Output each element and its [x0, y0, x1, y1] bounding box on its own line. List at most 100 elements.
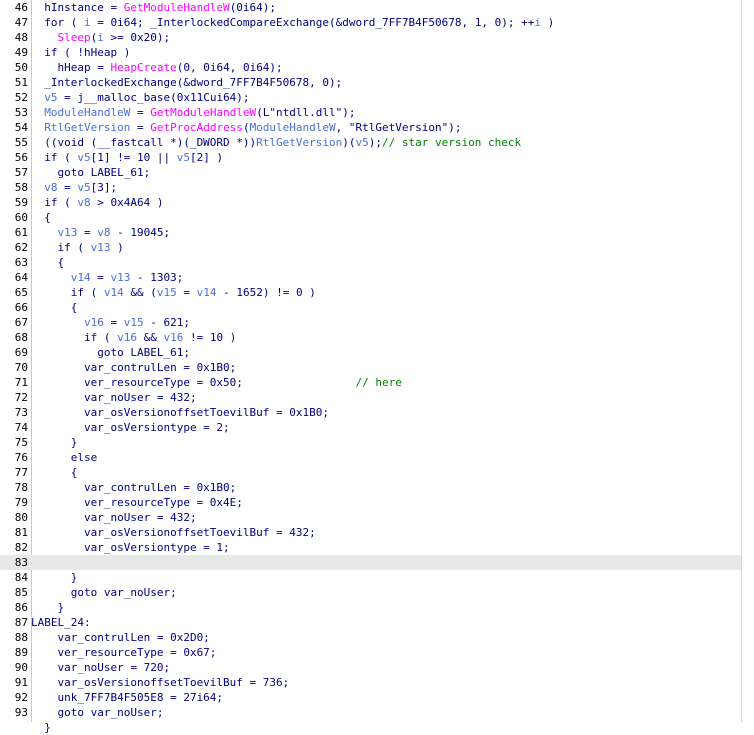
code-line[interactable]: 50 hHeap = HeapCreate(0, 0i64, 0i64); — [0, 60, 741, 75]
code-line[interactable]: 74 var_osVersiontype = 2; — [0, 420, 741, 435]
line-number: 56 — [14, 151, 28, 164]
code-line[interactable]: 52 v5 = j__malloc_base(0x11Cui64); — [0, 90, 741, 105]
code-text: { — [31, 301, 78, 314]
code-text: var_osVersiontype = 1; — [31, 541, 230, 554]
code-line[interactable]: 46 hInstance = GetModuleHandleW(0i64); — [0, 0, 741, 15]
variable-token: v16 — [163, 331, 184, 344]
code-line[interactable]: 49 if ( !hHeap ) — [0, 45, 741, 60]
code-text: ( — [242, 121, 250, 134]
code-line[interactable]: 84 } — [0, 570, 741, 585]
line-source: _InterlockedExchange(&dword_7FF7B4F50678… — [28, 75, 342, 90]
code-line[interactable]: 72 var_noUser = 432; — [0, 390, 741, 405]
line-source: if ( v5[1] != 10 || v5[2] ) — [28, 150, 223, 165]
code-text: - 1303; — [130, 271, 184, 284]
code-line[interactable]: 87 LABEL_24: — [0, 615, 741, 630]
code-line[interactable]: 90 var_noUser = 720; — [0, 660, 741, 675]
line-source: } — [28, 600, 64, 615]
line-source: if ( v14 && (v15 = v14 - 1652) != 0 ) — [28, 285, 316, 300]
line-source: var_contrulLen = 0x1B0; — [28, 360, 236, 375]
code-line[interactable]: 78 var_contrulLen = 0x1B0; — [0, 480, 741, 495]
code-text: != 10 ) — [183, 331, 237, 344]
code-line[interactable]: 70 var_contrulLen = 0x1B0; — [0, 360, 741, 375]
code-line[interactable]: 77 { — [0, 465, 741, 480]
code-line[interactable]: 88 var_contrulLen = 0x2D0; — [0, 630, 741, 645]
code-line[interactable]: 69 goto LABEL_61; — [0, 345, 741, 360]
code-line[interactable]: 53 ModuleHandleW = GetModuleHandleW(L"nt… — [0, 105, 741, 120]
code-text: - 621; — [143, 316, 190, 329]
code-text: && — [136, 331, 164, 344]
code-text: = — [90, 271, 111, 284]
code-line[interactable]: 62 if ( v13 ) — [0, 240, 741, 255]
code-text: var_noUser = 432; — [31, 511, 197, 524]
code-line[interactable]: 81 var_osVersionoffsetToevilBuf = 432; — [0, 525, 741, 540]
code-text: = — [130, 106, 151, 119]
code-text: if ( !hHeap ) — [31, 46, 131, 59]
line-source: var_contrulLen = 0x1B0; — [28, 480, 236, 495]
line-source: var_osVersionoffsetToevilBuf = 432; — [28, 525, 316, 540]
code-line[interactable]: 55 ((void (__fastcall *)(_DWORD *))RtlGe… — [0, 135, 741, 150]
code-line[interactable]: 58 v8 = v5[3]; — [0, 180, 741, 195]
code-text: = — [130, 121, 151, 134]
code-line[interactable]: 82 var_osVersiontype = 1; — [0, 540, 741, 555]
code-text: ver_resourceType = 0x50; — [31, 376, 356, 389]
line-source: LABEL_24: — [28, 615, 91, 630]
code-line[interactable]: 89 ver_resourceType = 0x67; — [0, 645, 741, 660]
code-line[interactable]: 73 var_osVersionoffsetToevilBuf = 0x1B0; — [0, 405, 741, 420]
line-source: var_osVersiontype = 2; — [28, 420, 230, 435]
line-number: 68 — [14, 331, 28, 344]
code-line[interactable]: 60 { — [0, 210, 741, 225]
function-name: GetProcAddress — [150, 121, 243, 134]
code-line[interactable]: 79 ver_resourceType = 0x4E; — [0, 495, 741, 510]
line-source: var_noUser = 432; — [28, 390, 197, 405]
line-source: if ( !hHeap ) — [28, 45, 130, 60]
code-line[interactable]: 48 Sleep(i >= 0x20); — [0, 30, 741, 45]
code-text: = — [176, 286, 197, 299]
code-line[interactable]: } — [0, 720, 741, 735]
code-text: > 0x4A64 ) — [90, 196, 164, 209]
line-source: v5 = j__malloc_base(0x11Cui64); — [28, 90, 249, 105]
scrollbar-edge — [741, 0, 742, 722]
line-source: goto LABEL_61; — [28, 345, 190, 360]
pseudocode-view[interactable]: 46 hInstance = GetModuleHandleW(0i64); 47… — [0, 0, 754, 734]
code-line[interactable]: 57 goto LABEL_61; — [0, 165, 741, 180]
code-line[interactable]: 65 if ( v14 && (v15 = v14 - 1652) != 0 ) — [0, 285, 741, 300]
variable-token: i — [534, 16, 541, 29]
code-line[interactable]: 67 v16 = v15 - 621; — [0, 315, 741, 330]
line-source: hInstance = GetModuleHandleW(0i64); — [28, 0, 276, 15]
code-line[interactable]: 59 if ( v8 > 0x4A64 ) — [0, 195, 741, 210]
code-line[interactable]: 66 { — [0, 300, 741, 315]
code-line[interactable]: 56 if ( v5[1] != 10 || v5[2] ) — [0, 150, 741, 165]
code-text: ) — [540, 16, 555, 29]
code-text: (0, 0i64, 0i64); — [176, 61, 283, 74]
code-line[interactable]: 83 — [0, 555, 741, 570]
line-number: 46 — [14, 1, 28, 14]
code-line[interactable]: 61 v13 = v8 - 19045; — [0, 225, 741, 240]
code-line[interactable]: 51 _InterlockedExchange(&dword_7FF7B4F50… — [0, 75, 741, 90]
variable-token: v8 — [97, 226, 111, 239]
line-number: 47 — [14, 16, 28, 29]
code-line[interactable]: 75 } — [0, 435, 741, 450]
code-text: hInstance = — [31, 1, 124, 14]
code-line[interactable]: 63 { — [0, 255, 741, 270]
line-source: var_osVersionoffsetToevilBuf = 736; — [28, 675, 289, 690]
variable-token: v15 — [156, 286, 177, 299]
code-line[interactable]: 68 if ( v16 && v16 != 10 ) — [0, 330, 741, 345]
code-text: var_contrulLen = 0x1B0; — [31, 481, 237, 494]
variable-token: v14 — [70, 271, 91, 284]
code-line[interactable]: 93 goto var_noUser; — [0, 705, 741, 720]
line-source: } — [28, 570, 78, 585]
code-line[interactable]: 86 } — [0, 600, 741, 615]
code-line[interactable]: 80 var_noUser = 432; — [0, 510, 741, 525]
line-source: ((void (__fastcall *)(_DWORD *))RtlGetVe… — [28, 135, 521, 150]
code-line[interactable]: 54 RtlGetVersion = GetProcAddress(Module… — [0, 120, 741, 135]
variable-token: v16 — [83, 316, 104, 329]
code-line[interactable]: 64 v14 = v13 - 1303; — [0, 270, 741, 285]
code-line[interactable]: 47 for ( i = 0i64; _InterlockedCompareEx… — [0, 15, 741, 30]
code-line[interactable]: 91 var_osVersionoffsetToevilBuf = 736; — [0, 675, 741, 690]
code-line[interactable]: 76 else — [0, 450, 741, 465]
code-line[interactable]: 92 unk_7FF7B4F505E8 = 27i64; — [0, 690, 741, 705]
code-line[interactable]: 71 ver_resourceType = 0x50; // here — [0, 375, 741, 390]
code-line[interactable]: 85 goto var_noUser; — [0, 585, 741, 600]
